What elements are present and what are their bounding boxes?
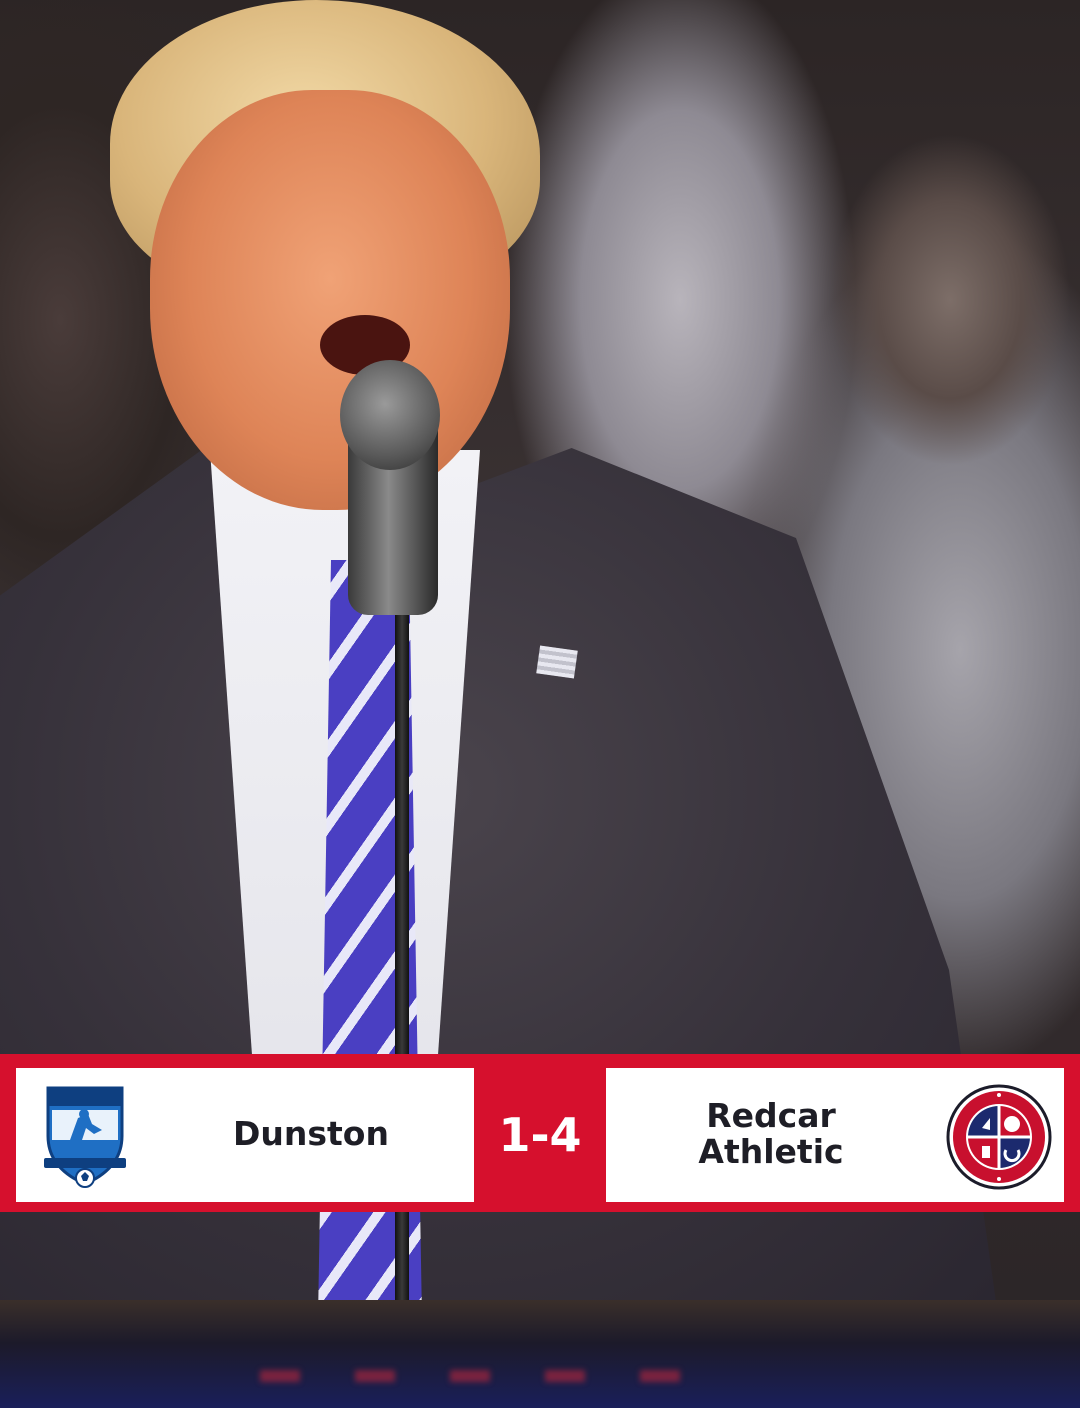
flag-pin bbox=[536, 645, 578, 679]
scoreboard: Dunston 1-4 Redcar Athletic bbox=[0, 1054, 1080, 1212]
match-score: 1-4 bbox=[498, 1108, 582, 1162]
podium-lights bbox=[260, 1370, 680, 1382]
podium bbox=[0, 1300, 1080, 1408]
away-team-panel: Redcar Athletic bbox=[606, 1068, 1064, 1202]
dunston-crest-icon bbox=[44, 1086, 126, 1188]
home-team-panel: Dunston bbox=[16, 1068, 474, 1202]
microphone-head bbox=[340, 360, 440, 470]
speaker-face bbox=[150, 90, 510, 510]
redcar-athletic-crest-icon bbox=[946, 1084, 1052, 1190]
away-team-name: Redcar Athletic bbox=[698, 1096, 844, 1171]
home-team-name: Dunston bbox=[233, 1114, 389, 1153]
